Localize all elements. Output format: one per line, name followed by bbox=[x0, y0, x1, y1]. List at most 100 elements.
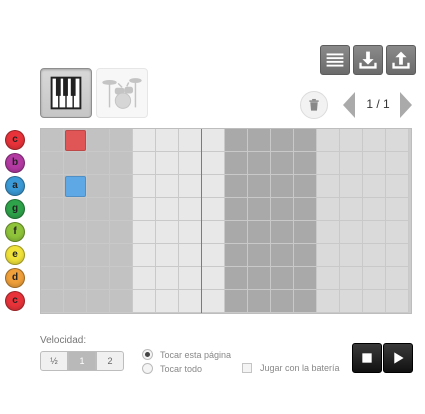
sequencer-grid[interactable] bbox=[40, 128, 412, 314]
grid-cell[interactable] bbox=[363, 290, 386, 313]
grid-cell[interactable] bbox=[64, 267, 87, 290]
menu-button[interactable] bbox=[320, 45, 350, 75]
active-note-cell[interactable] bbox=[65, 130, 86, 151]
grid-cell[interactable] bbox=[133, 198, 156, 221]
grid-cell[interactable] bbox=[294, 244, 317, 267]
grid-cell[interactable] bbox=[317, 129, 340, 152]
grid-cell[interactable] bbox=[133, 267, 156, 290]
grid-cell[interactable] bbox=[248, 244, 271, 267]
grid-cell[interactable] bbox=[225, 267, 248, 290]
grid-cell[interactable] bbox=[87, 152, 110, 175]
grid-cell[interactable] bbox=[363, 267, 386, 290]
grid-cell[interactable] bbox=[340, 244, 363, 267]
grid-cell[interactable] bbox=[156, 221, 179, 244]
download-button[interactable] bbox=[353, 45, 383, 75]
grid-cell[interactable] bbox=[225, 129, 248, 152]
grid-cell[interactable] bbox=[225, 221, 248, 244]
grid-cell[interactable] bbox=[294, 198, 317, 221]
grid-cell[interactable] bbox=[317, 244, 340, 267]
grid-cell[interactable] bbox=[340, 267, 363, 290]
grid-cell[interactable] bbox=[386, 244, 409, 267]
grid-cell[interactable] bbox=[202, 267, 225, 290]
grid-cell[interactable] bbox=[156, 198, 179, 221]
grid-cell[interactable] bbox=[386, 175, 409, 198]
grid-cell[interactable] bbox=[156, 290, 179, 313]
grid-cell[interactable] bbox=[340, 175, 363, 198]
grid-cell[interactable] bbox=[340, 129, 363, 152]
grid-cell[interactable] bbox=[317, 267, 340, 290]
grid-cell[interactable] bbox=[87, 267, 110, 290]
grid-cell[interactable] bbox=[340, 221, 363, 244]
grid-cell[interactable] bbox=[41, 152, 64, 175]
clear-page-button[interactable] bbox=[300, 91, 328, 119]
grid-cell[interactable] bbox=[87, 290, 110, 313]
grid-cell[interactable] bbox=[179, 290, 202, 313]
grid-cell[interactable] bbox=[317, 152, 340, 175]
grid-cell[interactable] bbox=[248, 221, 271, 244]
grid-cell[interactable] bbox=[110, 175, 133, 198]
grid-cell[interactable] bbox=[248, 198, 271, 221]
grid-cell[interactable] bbox=[179, 198, 202, 221]
grid-cell[interactable] bbox=[110, 221, 133, 244]
velocity-half-button[interactable]: ½ bbox=[40, 351, 68, 371]
grid-cell[interactable] bbox=[271, 152, 294, 175]
grid-cell[interactable] bbox=[225, 290, 248, 313]
grid-cell[interactable] bbox=[41, 198, 64, 221]
stop-button[interactable] bbox=[352, 343, 382, 373]
grid-cell[interactable] bbox=[363, 175, 386, 198]
grid-cell[interactable] bbox=[110, 290, 133, 313]
grid-cell[interactable] bbox=[202, 152, 225, 175]
grid-cell[interactable] bbox=[271, 198, 294, 221]
grid-cell[interactable] bbox=[340, 198, 363, 221]
grid-cell[interactable] bbox=[41, 129, 64, 152]
grid-cell[interactable] bbox=[225, 175, 248, 198]
grid-cell[interactable] bbox=[179, 152, 202, 175]
grid-cell[interactable] bbox=[202, 290, 225, 313]
grid-cell[interactable] bbox=[202, 175, 225, 198]
grid-cell[interactable] bbox=[248, 175, 271, 198]
grid-cell[interactable] bbox=[317, 198, 340, 221]
next-page-button[interactable] bbox=[398, 90, 414, 120]
grid-cell[interactable] bbox=[64, 290, 87, 313]
grid-cell[interactable] bbox=[41, 290, 64, 313]
grid-cell[interactable] bbox=[110, 267, 133, 290]
grid-cell[interactable] bbox=[340, 290, 363, 313]
velocity-two-button[interactable]: 2 bbox=[96, 351, 124, 371]
grid-cell[interactable] bbox=[87, 244, 110, 267]
grid-cell[interactable] bbox=[248, 290, 271, 313]
grid-cell[interactable] bbox=[179, 129, 202, 152]
grid-cell[interactable] bbox=[386, 129, 409, 152]
grid-cell[interactable] bbox=[386, 221, 409, 244]
grid-cell[interactable] bbox=[363, 244, 386, 267]
grid-cell[interactable] bbox=[294, 152, 317, 175]
grid-cell[interactable] bbox=[317, 175, 340, 198]
grid-cell[interactable] bbox=[248, 152, 271, 175]
grid-cell[interactable] bbox=[133, 290, 156, 313]
grid-cell[interactable] bbox=[202, 129, 225, 152]
grid-cell[interactable] bbox=[248, 267, 271, 290]
grid-cell[interactable] bbox=[64, 198, 87, 221]
play-button[interactable] bbox=[383, 343, 413, 373]
grid-cell[interactable] bbox=[179, 221, 202, 244]
grid-cell[interactable] bbox=[225, 152, 248, 175]
prev-page-button[interactable] bbox=[341, 90, 357, 120]
grid-cell[interactable] bbox=[156, 267, 179, 290]
grid-cell[interactable] bbox=[363, 152, 386, 175]
grid-cell[interactable] bbox=[64, 152, 87, 175]
grid-cell[interactable] bbox=[87, 175, 110, 198]
grid-cell[interactable] bbox=[340, 152, 363, 175]
grid-cell[interactable] bbox=[271, 290, 294, 313]
grid-cell[interactable] bbox=[386, 267, 409, 290]
grid-cell[interactable] bbox=[41, 221, 64, 244]
play-all-radio[interactable] bbox=[142, 363, 153, 374]
grid-cell[interactable] bbox=[294, 129, 317, 152]
grid-cell[interactable] bbox=[87, 221, 110, 244]
grid-cell[interactable] bbox=[225, 198, 248, 221]
upload-button[interactable] bbox=[386, 45, 416, 75]
grid-cell[interactable] bbox=[202, 244, 225, 267]
grid-cell[interactable] bbox=[64, 221, 87, 244]
grid-cell[interactable] bbox=[202, 198, 225, 221]
drums-instrument-button[interactable] bbox=[96, 68, 148, 118]
grid-cell[interactable] bbox=[110, 244, 133, 267]
drums-checkbox[interactable] bbox=[242, 363, 252, 373]
